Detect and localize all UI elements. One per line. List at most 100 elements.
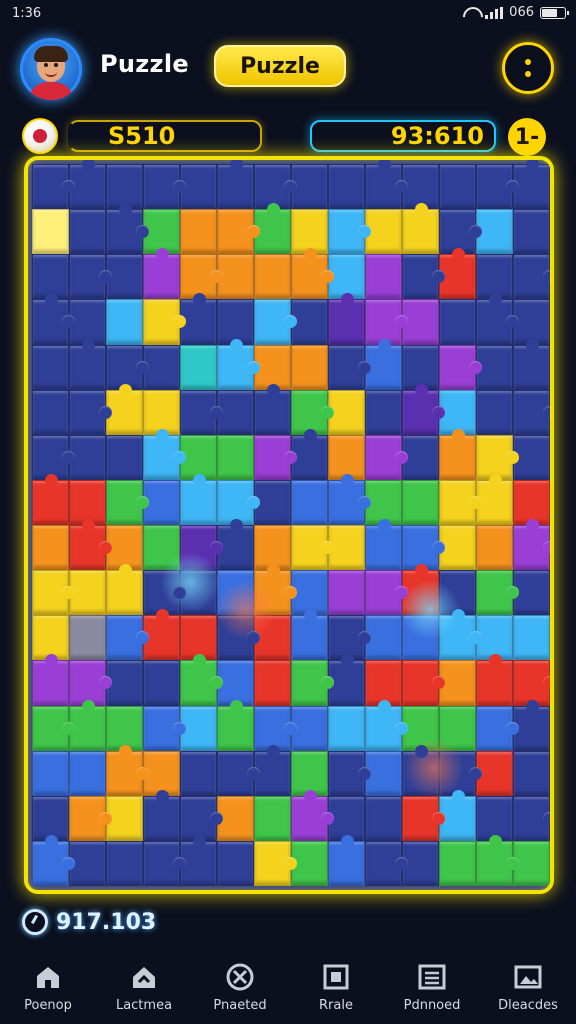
puzzle-piece[interactable] [476,164,519,210]
puzzle-piece[interactable] [439,840,476,886]
puzzle-piece[interactable] [513,518,550,571]
puzzle-piece[interactable] [254,660,291,706]
puzzle-piece[interactable] [69,660,112,706]
puzzle-piece[interactable] [143,789,180,841]
puzzle-piece[interactable] [365,389,402,435]
puzzle-piece[interactable] [217,338,260,390]
puzzle-piece[interactable] [180,389,223,435]
puzzle-piece[interactable] [365,518,402,571]
puzzle-piece[interactable] [476,834,519,886]
puzzle-piece[interactable] [513,615,550,661]
puzzle-piece[interactable] [439,705,476,751]
puzzle-piece[interactable] [32,344,69,390]
hint-button[interactable]: 1- [508,118,546,156]
puzzle-piece[interactable] [32,389,69,435]
puzzle-piece[interactable] [328,834,365,886]
puzzle-piece[interactable] [513,660,550,706]
nav-item-0[interactable]: Poenop [0,952,96,1022]
puzzle-piece[interactable] [143,164,186,210]
puzzle-piece[interactable] [32,654,69,706]
puzzle-piece[interactable] [328,750,371,796]
puzzle-piece[interactable] [402,203,439,255]
puzzle-piece[interactable] [291,609,328,661]
puzzle-piece[interactable] [254,564,297,616]
avatar[interactable] [20,38,82,100]
puzzle-piece[interactable] [365,160,408,210]
puzzle-piece[interactable] [365,795,402,841]
puzzle-piece[interactable] [439,750,482,796]
puzzle-piece[interactable] [106,705,143,751]
puzzle-piece[interactable] [291,344,328,390]
puzzle-piece[interactable] [254,254,291,300]
puzzle-piece[interactable] [217,160,254,210]
puzzle-piece[interactable] [143,299,186,345]
puzzle-piece[interactable] [328,209,371,255]
puzzle-piece[interactable] [513,795,550,841]
puzzle-piece[interactable] [143,389,180,435]
puzzle-piece[interactable] [69,209,106,255]
puzzle-piece[interactable] [106,479,149,525]
puzzle-piece[interactable] [180,344,217,390]
puzzle-piece[interactable] [217,434,254,480]
puzzle-piece[interactable] [254,383,291,435]
puzzle-piece[interactable] [291,525,334,571]
puzzle-piece[interactable] [32,293,75,345]
puzzle-piece[interactable] [291,479,328,525]
puzzle-piece[interactable] [291,389,334,435]
puzzle-piece[interactable] [32,570,75,616]
puzzle-piece[interactable] [143,705,186,751]
nav-item-2[interactable]: Pnaeted [192,952,288,1022]
puzzle-piece[interactable] [180,525,223,571]
puzzle-piece[interactable] [180,654,223,706]
puzzle-piece[interactable] [402,254,445,300]
puzzle-piece[interactable] [402,615,439,661]
puzzle-piece[interactable] [439,299,476,345]
puzzle-piece[interactable] [439,164,476,210]
puzzle-piece[interactable] [476,293,519,345]
puzzle-piece[interactable] [328,705,365,751]
puzzle-piece[interactable] [69,518,112,571]
puzzle-piece[interactable] [439,428,476,480]
puzzle-piece[interactable] [365,570,408,616]
puzzle-piece[interactable] [476,525,513,571]
puzzle-piece[interactable] [402,660,445,706]
puzzle-piece[interactable] [513,209,550,255]
puzzle-piece[interactable] [143,248,180,300]
nav-item-1[interactable]: Lactmea [96,952,192,1022]
puzzle-piece[interactable] [143,428,186,480]
puzzle-piece[interactable] [69,389,112,435]
puzzle-piece[interactable] [328,164,365,210]
puzzle-piece[interactable] [328,473,371,525]
puzzle-piece[interactable] [254,795,291,841]
puzzle-piece[interactable] [365,840,408,886]
puzzle-piece[interactable] [402,795,445,841]
puzzle-piece[interactable] [513,389,550,435]
puzzle-piece[interactable] [513,338,550,390]
puzzle-piece[interactable] [106,434,143,480]
puzzle-piece[interactable] [143,660,180,706]
puzzle-piece[interactable] [217,570,254,616]
puzzle-piece[interactable] [365,299,408,345]
puzzle-piece[interactable] [365,434,408,480]
puzzle-piece[interactable] [291,750,328,796]
puzzle-piece[interactable] [402,479,439,525]
puzzle-piece[interactable] [254,840,297,886]
puzzle-piece[interactable] [217,699,254,751]
more-vertical-icon[interactable] [502,42,554,94]
puzzle-piece[interactable] [32,209,69,255]
puzzle-piece[interactable] [402,383,445,435]
puzzle-piece[interactable] [402,744,439,796]
nav-item-4[interactable]: Pdnnoed [384,952,480,1022]
puzzle-board[interactable] [32,160,550,886]
puzzle-piece[interactable] [476,705,519,751]
puzzle-piece[interactable] [254,705,297,751]
puzzle-piece[interactable] [32,164,75,210]
puzzle-piece[interactable] [476,570,519,616]
puzzle-piece[interactable] [106,203,149,255]
puzzle-piece[interactable] [291,660,334,706]
puzzle-piece[interactable] [365,254,402,300]
puzzle-piece[interactable] [106,564,143,616]
puzzle-piece[interactable] [439,344,482,390]
puzzle-piece[interactable] [365,699,408,751]
puzzle-piece[interactable] [106,744,149,796]
